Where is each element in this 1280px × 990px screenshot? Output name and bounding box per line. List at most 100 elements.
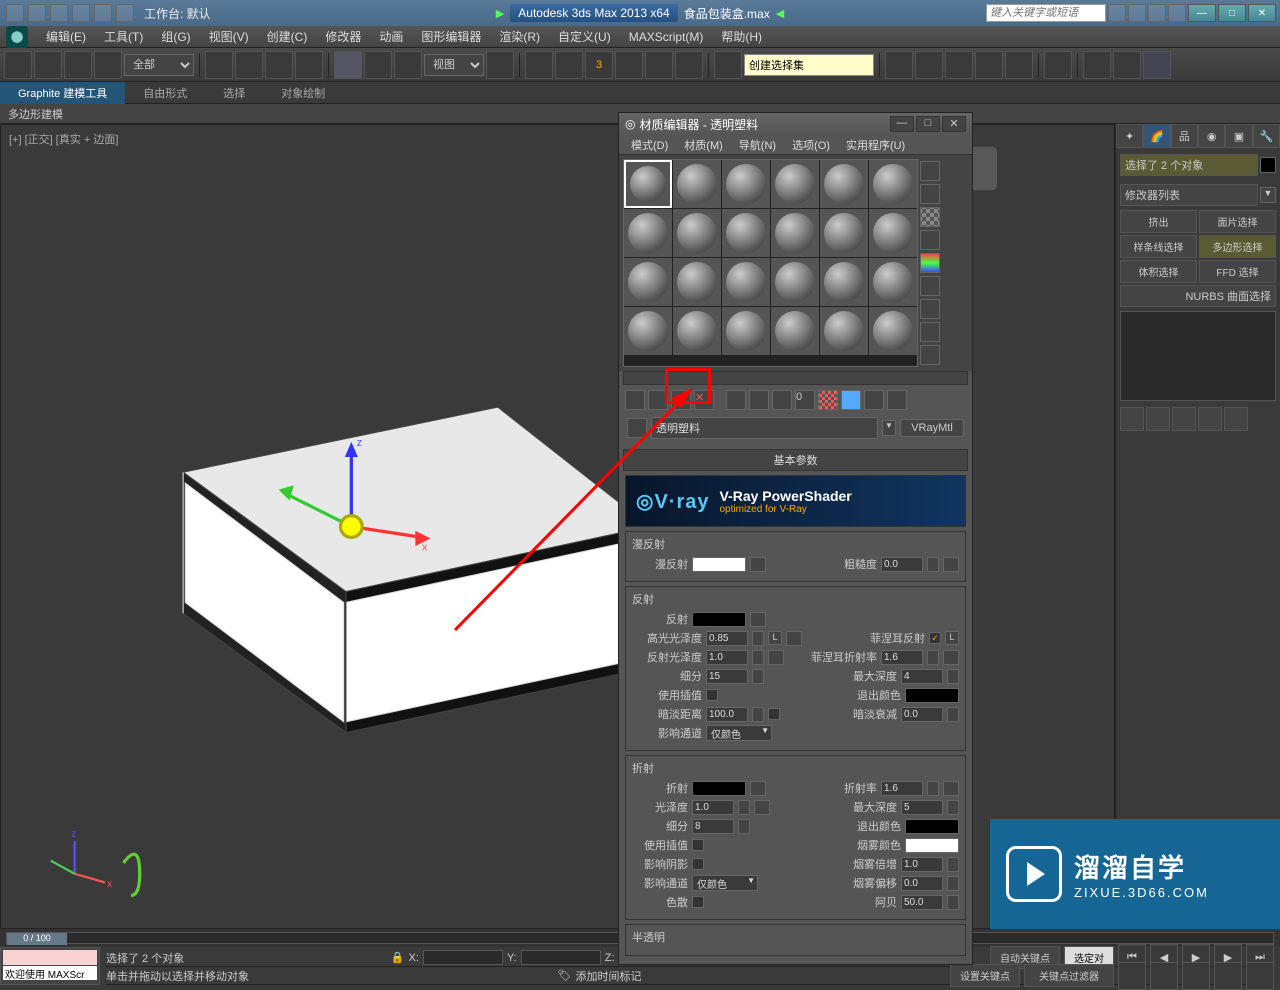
options-icon[interactable] [920,299,940,319]
material-name-input[interactable]: 透明塑料 [651,417,878,439]
arrow-icon[interactable]: ▶ [496,7,504,20]
diffuse-color[interactable] [692,557,746,572]
viewport-label[interactable]: [+] [正交] [真实 + 边面] [9,131,118,147]
search-input[interactable] [986,4,1106,22]
material-editor-titlebar[interactable]: ◎材质编辑器 - 透明塑料 — □ ✕ [619,113,972,135]
tab-paint[interactable]: 对象绘制 [263,82,343,104]
lock-button[interactable]: L [768,631,782,645]
refl-exit-color[interactable] [905,688,959,703]
refr-gloss-map-button[interactable] [754,800,770,815]
menu-maxscript[interactable]: MAXScript(M) [621,28,712,46]
spinner-snap-icon[interactable] [675,51,703,79]
spinner-buttons[interactable] [947,707,959,722]
sample-slot[interactable] [820,258,868,306]
spinner-buttons[interactable] [927,557,939,572]
material-editor-icon[interactable] [1044,51,1072,79]
show-end-result-icon[interactable] [841,390,861,410]
layers-mgr-icon[interactable] [945,51,973,79]
rotate-icon[interactable] [364,51,392,79]
sample-slot[interactable] [820,209,868,257]
save-icon[interactable] [72,4,90,22]
menu-group[interactable]: 组(G) [153,26,198,47]
align-icon[interactable] [915,51,943,79]
modifier-stack[interactable] [1120,311,1276,401]
coord-y-input[interactable] [521,950,601,965]
spinner-buttons[interactable] [752,650,764,665]
coord-x-input[interactable] [423,950,503,965]
menu-create[interactable]: 创建(C) [259,26,316,47]
btn-ffd-sel[interactable]: FFD 选择 [1199,260,1276,283]
time-tag-icon[interactable]: 🏷 [558,969,572,982]
curve-editor-icon[interactable] [975,51,1003,79]
spinner-buttons[interactable] [947,800,959,815]
rollout-basic-params[interactable]: 基本参数 [623,449,968,471]
video-check-icon[interactable] [920,253,940,273]
selection-filter[interactable]: 全部 [124,54,194,76]
snap-icon[interactable]: 3 [585,51,613,79]
redo-icon[interactable] [34,51,62,79]
tab-freeform[interactable]: 自由形式 [125,82,205,104]
keyboard-icon[interactable] [555,51,583,79]
spinner-buttons[interactable] [752,707,764,722]
sample-slot[interactable] [624,258,672,306]
sample-slot[interactable] [869,160,917,208]
put-to-scene-icon[interactable] [648,390,668,410]
sample-slot[interactable] [673,209,721,257]
nav-pan-icon[interactable] [1150,962,1178,990]
make-copy-icon[interactable] [726,390,746,410]
select-icon[interactable] [205,51,233,79]
sample-slot[interactable] [722,160,770,208]
scale-icon[interactable] [394,51,422,79]
sample-slot[interactable] [624,209,672,257]
menu-help[interactable]: 帮助(H) [713,26,770,47]
dispersion-checkbox[interactable] [692,896,704,908]
link-icon[interactable] [64,51,92,79]
selection-set-input[interactable] [744,54,874,76]
roughness-spinner[interactable]: 0.0 [881,557,923,572]
menu-edit[interactable]: 编辑(E) [38,26,94,47]
color-swatch[interactable] [1260,157,1276,173]
sample-slot[interactable] [624,160,672,208]
reflect-map-button[interactable] [750,612,766,627]
refr-depth-spinner[interactable]: 5 [901,800,943,815]
close-button[interactable]: ✕ [942,116,966,132]
sample-slot[interactable] [673,258,721,306]
select-region-icon[interactable] [265,51,293,79]
menu-graph[interactable]: 图形编辑器 [413,26,489,47]
window-crossing-icon[interactable] [295,51,323,79]
undo-icon[interactable] [4,51,32,79]
reset-map-icon[interactable]: ✕ [694,390,714,410]
nav-max-icon[interactable] [1246,962,1274,990]
pick-material-icon[interactable] [627,418,647,438]
lock-button[interactable]: L [945,631,959,645]
dropdown-icon[interactable]: ▼ [882,420,896,436]
ior-map-button[interactable] [943,781,959,796]
sample-slot[interactable] [722,307,770,355]
exchange-icon[interactable] [1128,4,1146,22]
redo-icon[interactable] [116,4,134,22]
tab-selection[interactable]: 选择 [205,82,263,104]
favorite-icon[interactable] [1148,4,1166,22]
display-tab-icon[interactable]: ▣ [1225,124,1252,148]
help-icon[interactable] [1168,4,1186,22]
mat-menu-mode[interactable]: 模式(D) [625,135,674,154]
minimize-button[interactable]: — [890,116,914,132]
menu-render[interactable]: 渲染(R) [491,26,548,47]
spinner-buttons[interactable] [947,895,959,910]
sample-slot[interactable] [869,258,917,306]
go-parent-icon[interactable] [864,390,884,410]
spinner-buttons[interactable] [738,819,750,834]
sample-type-icon[interactable] [920,161,940,181]
render-icon[interactable] [1143,51,1171,79]
show-map-icon[interactable] [818,390,838,410]
background-icon[interactable] [920,207,940,227]
schematic-icon[interactable] [1005,51,1033,79]
undo-icon[interactable] [94,4,112,22]
reflect-color[interactable] [692,612,746,627]
unlink-icon[interactable] [94,51,122,79]
menu-tools[interactable]: 工具(T) [96,26,151,47]
sample-slot[interactable] [722,258,770,306]
create-tab-icon[interactable]: ✦ [1116,124,1143,148]
menu-modifiers[interactable]: 修改器 [317,26,369,47]
app-icon[interactable]: ⬤ [6,26,28,48]
